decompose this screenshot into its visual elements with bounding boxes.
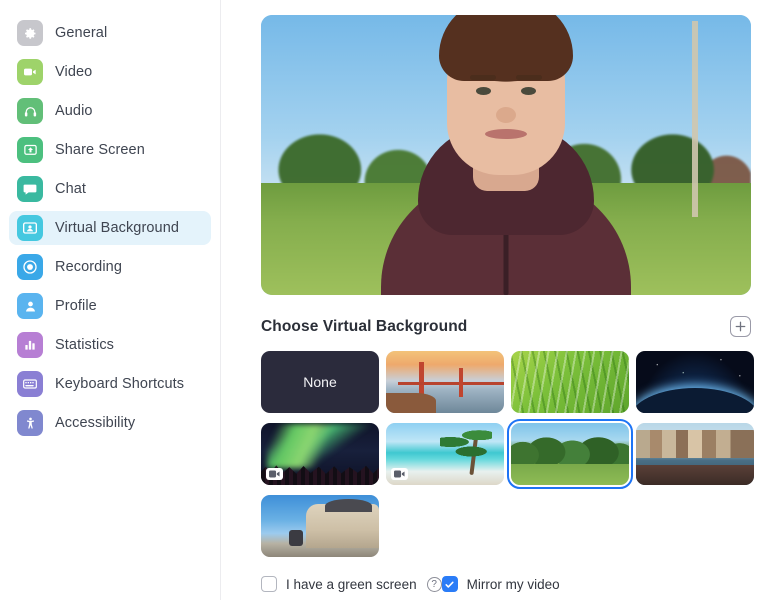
mirror-video-label: Mirror my video [466,576,560,592]
sidebar-item-general[interactable]: General [9,16,211,50]
sidebar-item-label: General [55,25,108,41]
person-hair [439,15,573,81]
person-zipper [503,225,509,295]
person-eyebrow [516,75,542,80]
checkmark-icon [445,581,454,588]
sidebar-item-audio[interactable]: Audio [9,94,211,128]
choose-background-header: Choose Virtual Background [261,316,751,337]
virtual-background-grid: None [261,351,761,557]
sidebar-item-label: Chat [55,181,87,197]
thumbnail-scene [511,423,629,485]
mirror-video-checkbox[interactable] [441,576,458,592]
person-mouth [485,129,527,139]
bridge-deck [397,382,504,385]
sidebar-item-recording[interactable]: Recording [9,250,211,284]
sidebar-item-label: Virtual Background [55,220,180,236]
thumbnail-image-aurora[interactable] [261,423,379,485]
background-thumbnail-none[interactable]: None [261,351,379,413]
green-screen-option[interactable]: I have a green screen [261,576,417,592]
person-nose [496,107,516,123]
chat-bubble-icon [17,176,43,202]
sidebar-item-accessibility[interactable]: Accessibility [9,406,211,440]
sidebar-item-label: Accessibility [55,415,136,431]
video-camera-icon [17,59,43,85]
thumbnail-image-park[interactable] [506,418,634,490]
preview-person [381,15,631,295]
thumbnail-image-harbor[interactable] [636,423,754,485]
headphones-icon [17,98,43,124]
sidebar-item-statistics[interactable]: Statistics [9,328,211,362]
background-thumbnail-golden-gate[interactable] [386,351,504,413]
bridge-cliff [386,393,436,413]
background-thumbnail-grass[interactable] [511,351,629,413]
gear-icon [17,20,43,46]
green-screen-help-icon[interactable]: ? [426,576,442,592]
sidebar-item-label: Profile [55,298,97,314]
person-eyebrow [470,75,496,80]
video-badge-icon [391,468,408,480]
thumbnail-image-beach[interactable] [386,423,504,485]
background-thumbnail-harbor[interactable] [636,423,754,485]
virtual-background-icon [17,215,43,241]
green-screen-checkbox[interactable] [261,576,277,592]
person-eye [521,87,536,95]
page-title: Choose Virtual Background [261,317,468,335]
sidebar-item-label: Keyboard Shortcuts [55,376,185,392]
video-badge-icon [266,468,283,480]
thumbnail-image-earth-space[interactable] [636,351,754,413]
sidebar-item-share-screen[interactable]: Share Screen [9,133,211,167]
thumbnail-scene [261,495,379,557]
preview-tree-trunk [692,20,699,217]
thumbnail-image-palace[interactable] [261,495,379,557]
thumbnail-label: None [303,374,337,390]
thumbnail-scene [511,351,629,413]
thumbnail-scene [636,423,754,485]
background-thumbnail-park[interactable] [506,418,634,490]
thumbnail-image-golden-gate[interactable] [386,351,504,413]
video-preview[interactable] [261,15,751,295]
sidebar-item-label: Audio [55,103,93,119]
sidebar-item-keyboard-shortcuts[interactable]: Keyboard Shortcuts [9,367,211,401]
share-screen-icon [17,137,43,163]
virtual-background-panel: Choose Virtual Background None I have a … [221,0,768,600]
add-background-button[interactable] [730,316,751,337]
person-icon [17,293,43,319]
bar-chart-icon [17,332,43,358]
keyboard-icon [17,371,43,397]
sidebar-item-label: Share Screen [55,142,145,158]
record-icon [17,254,43,280]
thumbnail-image-grass[interactable] [511,351,629,413]
background-options: I have a green screen ? Mirror my video [261,576,560,592]
sidebar-item-chat[interactable]: Chat [9,172,211,206]
thumbnail-scene [636,351,754,413]
person-eye [476,87,491,95]
settings-sidebar: General Video Audio Share Screen Chat Virtual… [0,0,221,600]
sidebar-item-video[interactable]: Video [9,55,211,89]
sidebar-item-label: Recording [55,259,122,275]
thumbnail-image-none[interactable]: None [261,351,379,413]
palm-fronds [440,425,493,460]
palace-statue [289,529,304,546]
accessibility-icon [17,410,43,436]
mirror-video-option[interactable]: Mirror my video [441,576,560,592]
green-screen-label: I have a green screen [286,576,417,592]
sidebar-item-label: Video [55,64,93,80]
settings-window: General Video Audio Share Screen Chat Virtual… [0,0,768,600]
plus-icon [735,321,746,332]
sidebar-item-label: Statistics [55,337,115,353]
background-thumbnail-palace[interactable] [261,495,379,557]
thumbnail-scene [386,351,504,413]
background-thumbnail-beach[interactable] [386,423,504,485]
sidebar-item-profile[interactable]: Profile [9,289,211,323]
background-thumbnail-aurora[interactable] [261,423,379,485]
background-thumbnail-earth-space[interactable] [636,351,754,413]
sidebar-item-virtual-background[interactable]: Virtual Background [9,211,211,245]
